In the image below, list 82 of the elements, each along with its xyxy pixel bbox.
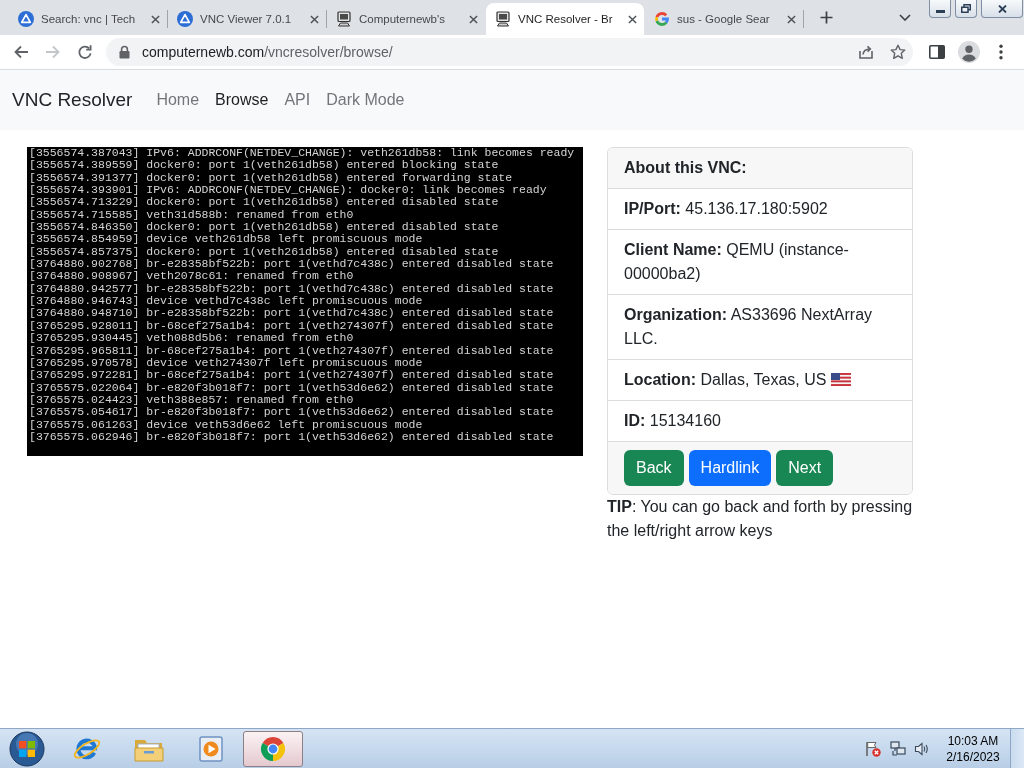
triangle-logo-icon [177,11,193,27]
console-line: [3764880.948710] br-e28358bf522b: port 1(vethd7c438c) entered disabled state [29,307,554,320]
reload-icon[interactable] [77,44,93,60]
console-line: [3765295.928011] br-68cef275a1b4: port 1(veth274307f) entered disabled state [29,319,554,333]
console-line: [3556574.713229] docker0: port 1(veth261db58) entered disabled state [29,196,499,209]
tip-text: TIP: You can go back and forth by pressing the left/right arrow keys [607,497,913,541]
close-icon[interactable] [628,14,637,24]
computer-icon [495,11,511,27]
close-window-icon [997,4,1007,13]
star-icon[interactable] [890,44,906,60]
speaker-icon[interactable] [914,740,930,757]
nav-link[interactable]: API [276,80,319,120]
console-line: [3765575.022064] br-e820f3b018f7: port 1(veth53d6e62) entered disabled state [29,381,554,394]
share-icon[interactable] [858,44,874,60]
card-header: About this VNC: [608,148,912,188]
console-line: [3765295.970578] device veth274307f left promiscuous mode [29,356,423,370]
computer-icon [336,11,352,27]
brand-link[interactable]: VNC Resolver [12,85,133,115]
back-icon[interactable] [13,44,29,60]
browser-tab[interactable]: Search: vnc | Tech [9,3,167,35]
nav-link[interactable]: Dark Mode [318,80,413,120]
address-bar[interactable]: computernewb.com/vncresolver/browse/ [106,38,913,66]
console-line: [3556574.715585] veth31d588b: renamed from eth0 [29,208,354,222]
flag-icon[interactable] [865,740,881,757]
time-text: 10:03 AM [947,732,999,749]
console-line: [3764880.908967] veth2078c61: renamed from eth0 [29,270,354,283]
browser-tab[interactable]: sus - Google Sear [645,3,803,35]
console-line: [3556574.854959] device veth261db58 left promiscuous mode [29,233,423,246]
date-text: 2/16/2023 [946,748,1000,765]
close-icon[interactable] [787,14,796,24]
taskbar-button[interactable] [243,730,303,767]
close-icon[interactable] [310,14,319,24]
detail-text: Organization: AS33696 NextArray LLC. [624,306,873,347]
console-line: [3556574.387043] IPv6: ADDRCONF(NETDEV_CHANGE): veth261db58: link becomes ready [29,147,575,160]
console-line: [3556574.389559] docker0: port 1(veth261db58) entered blocking state [29,159,499,172]
detail-text: Location: Dallas, Texas, US [624,371,827,388]
round-logo-icon [260,735,286,762]
console-line: [3765575.062946] br-e820f3b018f7: port 1(veth53d6e62) entered disabled state [29,430,554,444]
restore-button[interactable] [955,0,977,18]
console-line: [3556574.393901] IPv6: ADDRCONF(NETDEV_CHANGE): docker0: link becomes ready [29,184,547,197]
lock-icon[interactable] [119,45,130,59]
detail-text: ID: 15134160 [624,412,721,429]
console-line: [3764880.902768] br-e28358bf522b: port 1(vethd7c438c) entered disabled state [29,258,554,271]
menu-icon[interactable] [999,44,1003,60]
console-line: [3765575.054617] br-e820f3b018f7: port 1(veth53d6e62) entered disabled state [29,406,554,419]
browser-tab[interactable]: Computernewb's [327,3,485,35]
console-line: [3556574.391377] docker0: port 1(veth261db58) entered forwarding state [29,171,513,185]
restore-icon [961,4,971,13]
close-icon[interactable] [151,14,160,24]
console-line: [3764880.942577] br-e28358bf522b: port 1(vethd7c438c) entered disabled state [29,282,554,296]
chevron-down-icon[interactable] [899,14,911,21]
triangle-logo-icon [18,11,34,27]
close-button[interactable] [981,0,1023,18]
nav-link[interactable]: Browse [207,80,277,120]
console-line: [3765295.930445] veth088d5b6: renamed from eth0 [29,332,354,345]
console-line: [3556574.846350] docker0: port 1(veth261db58) entered disabled state [29,221,499,234]
minimize-button[interactable] [929,0,951,18]
console-line: [3764880.946743] device vethd7c438c left promiscuous mode [29,295,423,308]
plus-icon[interactable] [820,11,833,24]
console-line: [3556574.857375] docker0: port 1(veth261db58) entered disabled state [29,245,499,259]
us-flag-icon [831,373,852,386]
action-button[interactable]: Hardlink [688,450,772,486]
letter-g-icon [654,11,670,27]
action-button[interactable]: Next [776,450,834,486]
profile-icon[interactable] [958,41,980,63]
close-icon[interactable] [469,14,478,24]
console-line: [3765295.972281] br-68cef275a1b4: port 1(veth274307f) entered disabled state [29,369,554,382]
play-icon [199,735,223,762]
sidebar-icon[interactable] [929,45,945,59]
network-icon[interactable] [890,740,906,757]
console-line: [3765575.024423] veth388e857: renamed from eth0 [29,393,354,407]
start-orb-icon[interactable] [9,730,45,767]
console-line: [3765295.965811] br-68cef275a1b4: port 1(veth274307f) entered disabled state [29,344,554,357]
action-button[interactable]: Back [624,450,684,486]
detail-text: IP/Port: 45.136.17.180:5902 [624,200,828,217]
minimize-icon [935,10,945,13]
browser-tab[interactable]: VNC Viewer 7.0.1 [168,3,326,35]
console-line: [3765575.061263] device veth53d6e62 left promiscuous mode [29,418,423,431]
detail-text: Client Name: QEMU (instance-00000ba2) [624,241,849,282]
browser-tab[interactable]: VNC Resolver - Br [486,3,644,35]
url-text: computernewb.com/vncresolver/browse/ [142,44,393,60]
nav-link[interactable]: Home [148,80,208,120]
